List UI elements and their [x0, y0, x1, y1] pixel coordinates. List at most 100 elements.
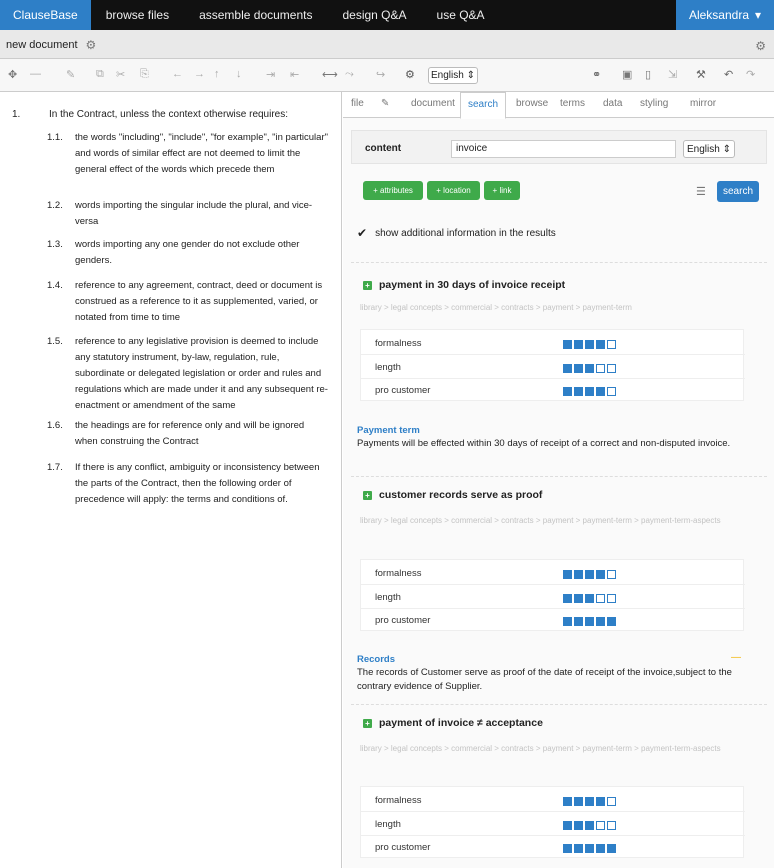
arrow-down-icon[interactable]: ↓: [236, 68, 242, 80]
cut-icon[interactable]: ✂: [116, 68, 125, 81]
pencil-tab-icon[interactable]: ✎: [381, 98, 389, 109]
copy-icon[interactable]: ⧉: [96, 68, 104, 81]
user-name: Aleksandra: [688, 8, 749, 22]
result-title[interactable]: + payment of invoice ≠ acceptance: [363, 717, 543, 729]
rating-box-filled: [585, 387, 594, 396]
top-navbar: ClauseBase browse files assemble documen…: [0, 0, 774, 30]
show-info-checkbox[interactable]: ✔ show additional information in the res…: [357, 226, 556, 240]
search-button[interactable]: search: [717, 181, 759, 202]
nav-browse-files[interactable]: browse files: [91, 0, 184, 30]
tools-icon[interactable]: ⚒: [696, 68, 706, 81]
nav-use-qa[interactable]: use Q&A: [422, 0, 500, 30]
rating-box-empty: [607, 340, 616, 349]
tab-browse[interactable]: browse: [516, 98, 548, 109]
rating-box-empty: [596, 364, 605, 373]
rating-box-filled: [574, 617, 583, 626]
rating-box-filled: [585, 797, 594, 806]
rating-box-filled: [596, 844, 605, 853]
user-menu[interactable]: Aleksandra ▾: [676, 0, 774, 30]
rating-box-empty: [607, 797, 616, 806]
language-select[interactable]: English ⇕: [428, 67, 478, 84]
search-language-select[interactable]: English ⇕: [683, 140, 735, 158]
save-icon[interactable]: ▣: [622, 68, 632, 81]
subclause-1-7[interactable]: 1.7. If there is any conflict, ambiguity …: [47, 460, 329, 508]
rating-table: formalness length pro customer: [360, 786, 745, 858]
redirect-icon[interactable]: ↪: [376, 68, 385, 81]
result-title[interactable]: + customer records serve as proof: [363, 489, 542, 501]
rating-row: length: [361, 586, 745, 609]
rating-box-filled: [585, 364, 594, 373]
clause-1[interactable]: 1. In the Contract, unless the context ot…: [12, 109, 332, 120]
add-clause-icon[interactable]: +: [363, 280, 372, 290]
tab-document[interactable]: document: [411, 98, 455, 109]
rating-box-filled: [574, 844, 583, 853]
rating-row: length: [361, 813, 745, 836]
rating-box-filled: [563, 340, 572, 349]
move-icon[interactable]: ✥: [8, 68, 17, 81]
settings-icon[interactable]: ⚙: [755, 39, 766, 53]
editor-toolbar: ✥ — ✎ ⧉ ✂ ⎘ ← → ↑ ↓ ⇥ ⇤ ⟷ ⤳ ↪ ⚙ English …: [0, 59, 774, 92]
rating-box-filled: [585, 594, 594, 603]
add-clause-icon[interactable]: +: [363, 718, 372, 728]
rating-boxes: [563, 387, 616, 396]
nav-design-qa[interactable]: design Q&A: [327, 0, 421, 30]
outdent-icon[interactable]: ⇤: [290, 68, 299, 81]
tab-styling[interactable]: styling: [640, 98, 668, 109]
add-attributes-button[interactable]: + attributes: [363, 181, 423, 200]
add-location-button[interactable]: + location: [427, 181, 480, 200]
unlink-icon[interactable]: ⤳: [345, 68, 354, 81]
tab-search[interactable]: search: [460, 92, 507, 119]
rating-box-filled: [585, 340, 594, 349]
minus-icon[interactable]: —: [30, 68, 41, 80]
redo-icon[interactable]: ↷: [746, 68, 755, 81]
rating-box-filled: [563, 387, 572, 396]
panel-tabs: file ✎ document search browse terms data…: [343, 92, 774, 119]
pencil-icon[interactable]: ✎: [66, 68, 75, 81]
tab-file[interactable]: file: [351, 98, 364, 109]
export-icon[interactable]: ⇲: [668, 68, 677, 81]
subclause-1-6[interactable]: 1.6. the headings are for reference only …: [47, 418, 329, 450]
undo-icon[interactable]: ↶: [724, 68, 733, 81]
subclause-1-3[interactable]: 1.3. words importing any one gender do no…: [47, 237, 329, 269]
tab-data[interactable]: data: [603, 98, 622, 109]
rating-table: formalness length pro customer: [360, 559, 745, 631]
arrow-up-icon[interactable]: ↑: [214, 68, 220, 80]
list-icon[interactable]: ☰: [696, 185, 706, 198]
tab-mirror[interactable]: mirror: [690, 98, 716, 109]
rating-box-filled: [596, 797, 605, 806]
rating-box-empty: [607, 594, 616, 603]
paste-icon[interactable]: ⎘: [140, 68, 149, 81]
checkmark-icon: ✔: [357, 226, 368, 240]
indent-icon[interactable]: ⇥: [266, 68, 275, 81]
binoculars-icon[interactable]: ⚭: [592, 68, 601, 81]
search-input[interactable]: invoice: [451, 140, 676, 158]
document-tab[interactable]: new document ⚙: [6, 38, 96, 52]
clause-number: 1.: [12, 109, 21, 120]
brand-link[interactable]: ClauseBase: [0, 0, 91, 30]
rating-boxes: [563, 821, 616, 830]
rating-boxes: [563, 570, 616, 579]
subclause-1-4[interactable]: 1.4. reference to any agreement, contract…: [47, 278, 329, 326]
subclause-1-2[interactable]: 1.2. words importing the singular include…: [47, 198, 329, 230]
rating-box-filled: [574, 340, 583, 349]
tab-terms[interactable]: terms: [560, 98, 585, 109]
drag-handle-icon[interactable]: —: [731, 652, 741, 663]
gear-icon[interactable]: ⚙: [86, 38, 97, 52]
add-clause-icon[interactable]: +: [363, 490, 372, 500]
result-title[interactable]: + payment in 30 days of invoice receipt: [363, 279, 565, 291]
rating-box-empty: [607, 387, 616, 396]
subclause-1-5[interactable]: 1.5. reference to any legislative provisi…: [47, 334, 329, 414]
link-icon[interactable]: ⟷: [322, 68, 338, 81]
arrow-right-icon[interactable]: →: [194, 68, 205, 80]
rating-box-empty: [596, 821, 605, 830]
nav-assemble-documents[interactable]: assemble documents: [184, 0, 327, 30]
rating-box-empty: [607, 570, 616, 579]
arrow-left-icon[interactable]: ←: [172, 68, 183, 80]
add-link-button[interactable]: + link: [484, 181, 520, 200]
file-icon[interactable]: ▯: [645, 68, 651, 81]
side-panel: file ✎ document search browse terms data…: [343, 92, 774, 868]
subclause-1-1[interactable]: 1.1. the words "including", "include", "f…: [47, 130, 329, 178]
rating-box-empty: [607, 821, 616, 830]
document-editor[interactable]: 1. In the Contract, unless the context ot…: [0, 92, 342, 868]
toolbar-gear-icon[interactable]: ⚙: [405, 68, 415, 81]
